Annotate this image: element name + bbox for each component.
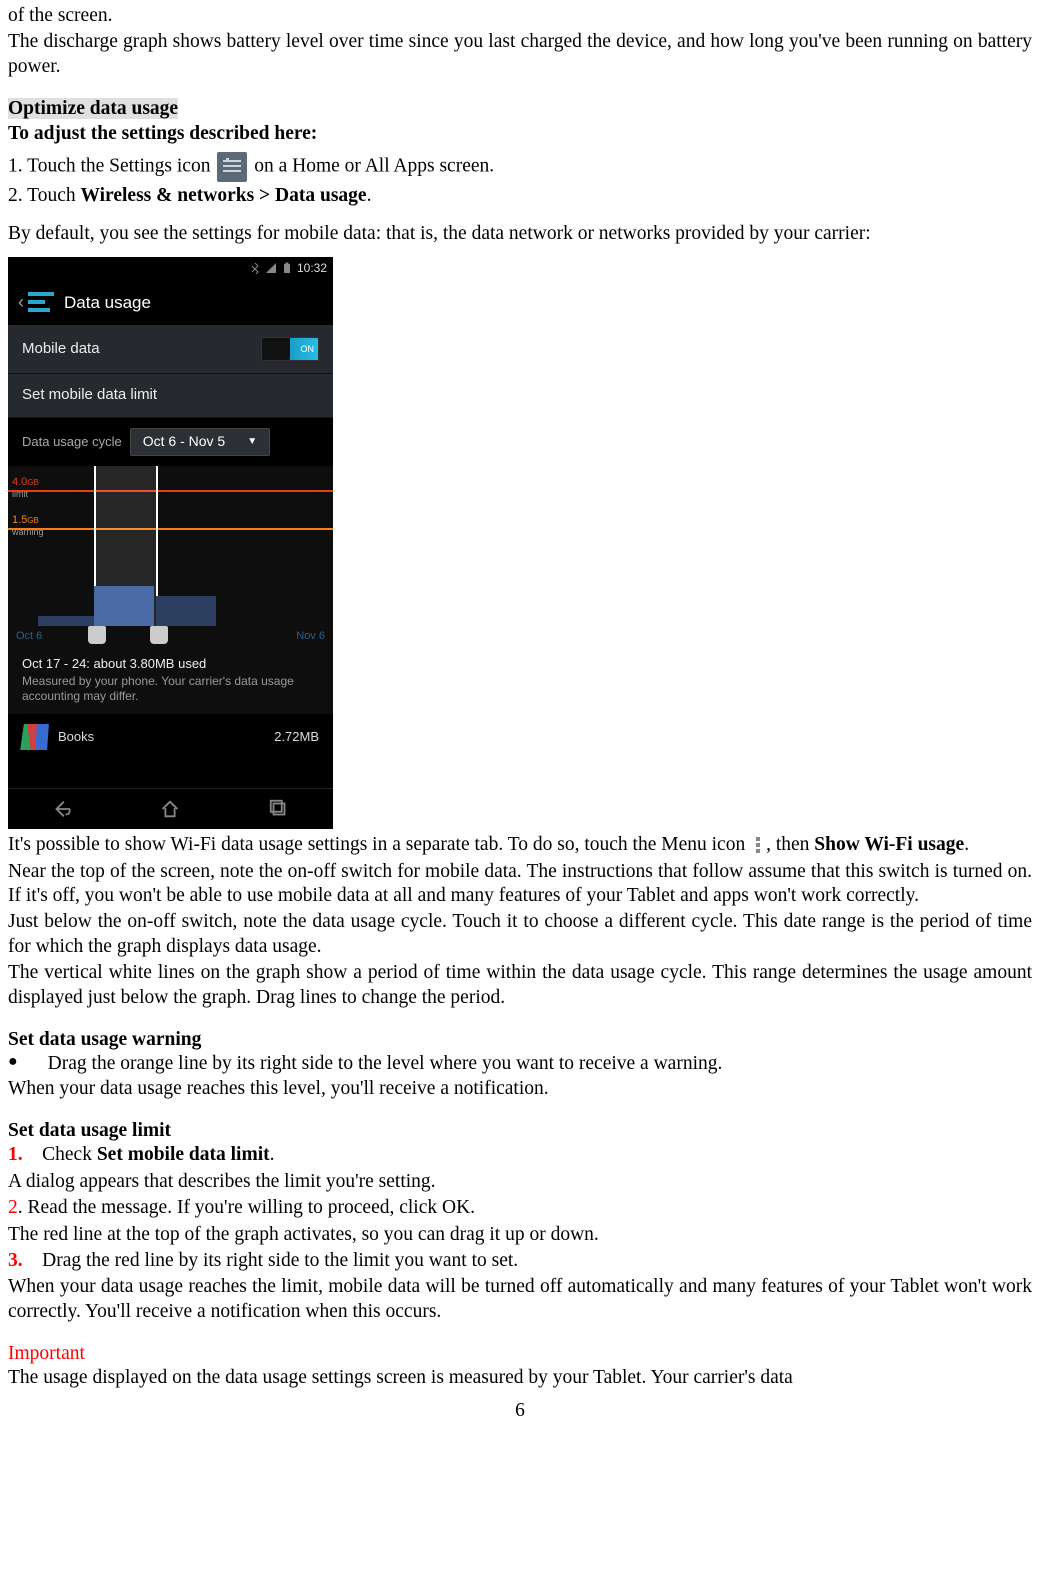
cycle-row: Data usage cycle Oct 6 - Nov 5 ▼	[8, 418, 333, 466]
page-number: 6	[8, 1399, 1032, 1423]
optimize-body: By default, you see the settings for mob…	[8, 214, 1032, 253]
mobile-data-toggle[interactable]: ON	[261, 337, 319, 361]
app-data-amount: 2.72MB	[274, 729, 319, 745]
system-nav-bar	[8, 788, 333, 829]
limit-step3-num: 3.	[8, 1250, 23, 1271]
usage-summary-text: Oct 17 - 24: about 3.80MB used	[8, 646, 333, 674]
limit-step2-after: The red line at the top of the graph act…	[8, 1223, 1032, 1247]
screen-title: Data usage	[64, 292, 151, 313]
status-time: 10:32	[297, 261, 327, 276]
status-bar: 10:32	[8, 257, 333, 279]
usage-bars	[8, 576, 333, 626]
usage-graph[interactable]: 4.0GB limit 1.5GB warning Oct 6Nov 6	[8, 466, 333, 646]
important-body: The usage displayed on the data usage se…	[8, 1366, 1032, 1390]
warning-line[interactable]	[8, 528, 333, 530]
bluetooth-icon	[249, 262, 261, 274]
onoff-paragraph: Near the top of the screen, note the on-…	[8, 860, 1032, 909]
books-app-icon	[22, 724, 48, 750]
warning-after-text: When your data usage reaches this level,…	[8, 1077, 1032, 1101]
x-axis-labels: Oct 6Nov 6	[8, 630, 333, 644]
limit-step1-suf: .	[270, 1144, 275, 1165]
step1-suffix: on a Home or All Apps screen.	[254, 155, 494, 176]
optimize-subheading: To adjust the settings described here:	[8, 123, 317, 144]
chevron-down-icon: ▼	[247, 436, 257, 449]
limit-step1-bold: Set mobile data limit	[97, 1144, 270, 1165]
step2-path: Wireless & networks > Data usage	[80, 185, 366, 206]
settings-icon	[217, 152, 247, 182]
bullet-icon: ●	[8, 1052, 18, 1076]
app-title-bar: ‹‹ Data usage	[8, 279, 333, 325]
data-usage-icon	[28, 292, 54, 312]
app-usage-row[interactable]: Books 2.72MB	[8, 714, 333, 760]
signal-icon	[265, 262, 277, 274]
wifi-tab-paragraph: It's possible to show Wi-Fi data usage s…	[8, 833, 1032, 857]
back-nav-icon[interactable]	[51, 798, 73, 820]
intro-discharge-paragraph: The discharge graph shows battery level …	[8, 30, 1032, 79]
limit-label: 4.0GB limit	[12, 476, 39, 501]
mobile-data-row[interactable]: Mobile data ON	[8, 325, 333, 374]
cycle-paragraph: Just below the on-off switch, note the d…	[8, 910, 1032, 959]
limit-step2-num: 2	[8, 1197, 18, 1218]
warning-heading: Set data usage warning	[8, 1029, 201, 1050]
warning-bullet-text: Drag the orange line by its right side t…	[48, 1052, 723, 1076]
limit-step3-after: When your data usage reaches the limit, …	[8, 1275, 1032, 1324]
limit-step1-pre: Check	[42, 1144, 92, 1165]
cycle-value: Oct 6 - Nov 5	[143, 433, 225, 451]
menu-overflow-icon	[752, 837, 764, 855]
limit-step2-text: . Read the message. If you're willing to…	[18, 1197, 475, 1218]
intro-partial-line: of the screen.	[8, 4, 1032, 28]
home-nav-icon[interactable]	[159, 798, 181, 820]
recents-nav-icon[interactable]	[268, 798, 290, 820]
step2-prefix: 2. Touch	[8, 185, 76, 206]
cycle-label: Data usage cycle	[22, 434, 122, 450]
cycle-selector[interactable]: Oct 6 - Nov 5 ▼	[130, 428, 270, 456]
set-limit-row[interactable]: Set mobile data limit	[8, 374, 333, 418]
usage-disclaimer-text: Measured by your phone. Your carrier's d…	[8, 674, 333, 714]
set-limit-label: Set mobile data limit	[22, 386, 157, 405]
important-heading: Important	[8, 1343, 85, 1364]
limit-heading: Set data usage limit	[8, 1120, 171, 1141]
app-name: Books	[58, 729, 94, 745]
step1-prefix: 1. Touch the Settings icon	[8, 155, 210, 176]
limit-line[interactable]	[8, 490, 333, 492]
mobile-data-label: Mobile data	[22, 340, 100, 359]
battery-icon	[281, 262, 293, 274]
warning-label: 1.5GB warning	[12, 514, 44, 539]
optimize-heading: Optimize data usage	[8, 98, 178, 119]
whitelines-paragraph: The vertical white lines on the graph sh…	[8, 961, 1032, 1010]
step2-suffix: .	[367, 185, 372, 206]
limit-step3-text: Drag the red line by its right side to t…	[42, 1250, 518, 1271]
limit-step1-after: A dialog appears that describes the limi…	[8, 1170, 1032, 1194]
data-usage-screenshot: 10:32 ‹‹ Data usage Mobile data ON Set m…	[8, 257, 333, 829]
limit-step1-num: 1.	[8, 1144, 23, 1165]
